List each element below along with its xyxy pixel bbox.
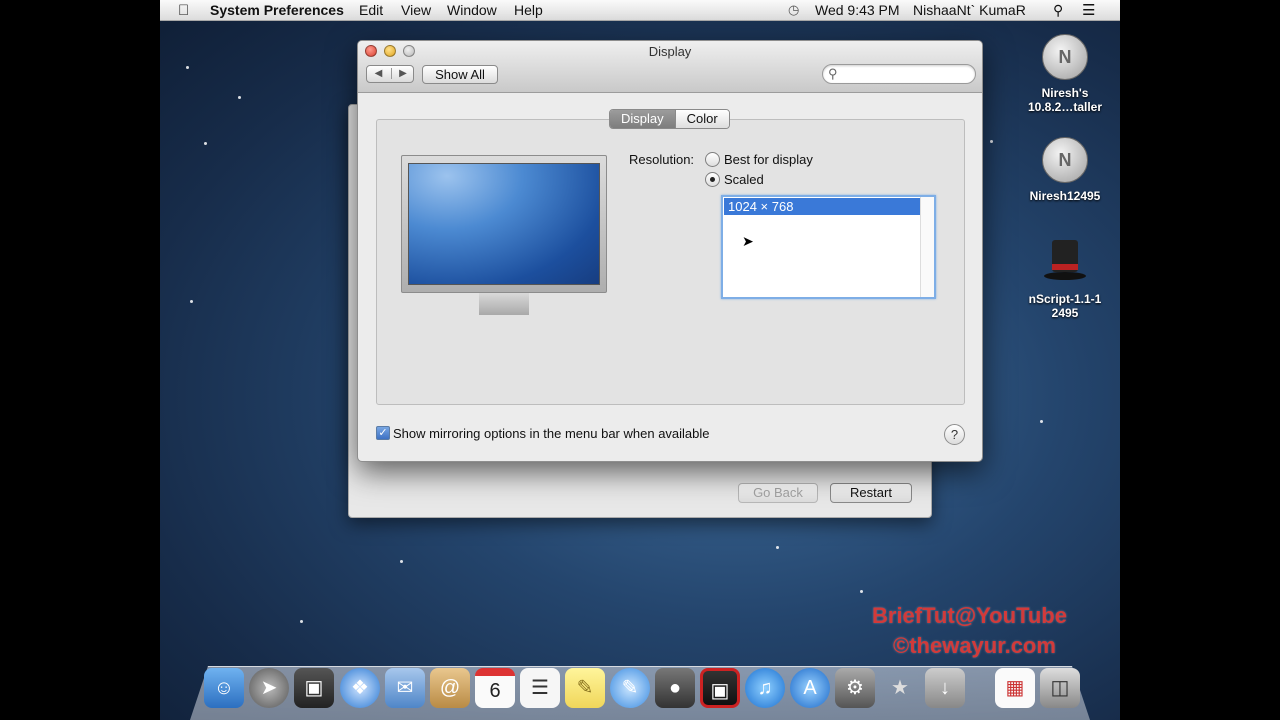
desktop-icon-installer-disk[interactable]: N Niresh's 10.8.2…taller — [1015, 34, 1115, 114]
itunes-icon[interactable]: ♫ — [745, 668, 785, 708]
watermark-line-1: BriefTut@YouTube — [872, 603, 1067, 628]
menu-help[interactable]: Help — [514, 2, 543, 18]
show-all-button[interactable]: Show All — [422, 65, 498, 84]
star — [1040, 420, 1043, 423]
radio-selected-dot — [710, 177, 715, 182]
disk-image-icon: N — [1042, 34, 1088, 80]
desktop-icon-niresh-disk[interactable]: N Niresh12495 — [1015, 137, 1115, 203]
scaled-radio[interactable] — [705, 172, 720, 187]
calendar-icon[interactable]: 6 — [475, 668, 515, 708]
back-forward-control: ◀ ▶ — [366, 65, 414, 83]
menu-window[interactable]: Window — [447, 2, 497, 18]
tab-color[interactable]: Color — [674, 110, 729, 128]
go-back-button[interactable]: Go Back — [738, 483, 818, 503]
watermark-line-2: ©thewayur.com — [893, 633, 1056, 658]
system-preferences-icon[interactable]: ⚙ — [835, 668, 875, 708]
desktop-icon-nscript[interactable]: nScript-1.1-1 2495 — [1015, 240, 1115, 320]
desktop:  System Preferences Edit View Window He… — [160, 0, 1120, 720]
time-machine-icon[interactable]: ◷ — [788, 2, 799, 18]
star — [238, 96, 241, 99]
list-scrollbar[interactable] — [920, 197, 934, 297]
mouse-cursor-icon: ➤ — [742, 233, 754, 249]
search-field[interactable]: ⚲ — [822, 64, 976, 84]
top-hat-icon — [1042, 240, 1088, 286]
help-button[interactable]: ? — [944, 424, 965, 445]
menu-user[interactable]: NishaaNt` KumaR — [913, 2, 1026, 18]
spotlight-search-icon[interactable]: ⚲ — [1053, 2, 1063, 19]
facetime-icon[interactable]: ● — [655, 668, 695, 708]
desktop-icon-label: 2495 — [1051, 306, 1079, 320]
document-icon[interactable]: ▦ — [995, 668, 1035, 708]
monitor-stand — [479, 293, 529, 315]
safari-icon[interactable]: ❖ — [340, 668, 380, 708]
apple-menu-icon[interactable]:  — [178, 2, 189, 19]
desktop-icon-label: Niresh12495 — [1029, 189, 1101, 203]
menu-bar:  System Preferences Edit View Window He… — [160, 0, 1120, 21]
monitor-screen — [408, 163, 600, 285]
photo-icon[interactable]: ▣ — [700, 668, 740, 708]
notification-center-icon[interactable]: ☰ — [1082, 1, 1095, 19]
star — [860, 590, 863, 593]
resolution-list[interactable]: 1024 × 768 ➤ — [721, 195, 936, 299]
app-menu[interactable]: System Preferences — [210, 2, 344, 18]
wizard-icon[interactable]: ★ — [880, 668, 920, 708]
star — [190, 300, 193, 303]
star — [300, 620, 303, 623]
tab-bar: Display Color — [609, 109, 730, 129]
title-bar: Display ◀ ▶ Show All ⚲ — [358, 41, 982, 93]
window-title: Display — [648, 44, 692, 59]
mail-icon[interactable]: ✉ — [385, 668, 425, 708]
photo-booth-icon[interactable]: ▣ — [294, 668, 334, 708]
best-for-display-label[interactable]: Best for display — [724, 152, 813, 167]
tab-display[interactable]: Display — [610, 110, 675, 128]
star — [186, 66, 189, 69]
notes-icon[interactable]: ✎ — [565, 668, 605, 708]
desktop-icon-label: Niresh's — [1041, 86, 1089, 100]
messages-icon[interactable]: ✎ — [610, 668, 650, 708]
forward-arrow-icon[interactable]: ▶ — [391, 68, 414, 79]
menu-view[interactable]: View — [401, 2, 431, 18]
mirroring-label[interactable]: Show mirroring options in the menu bar w… — [393, 426, 710, 441]
display-preferences-window: Display ◀ ▶ Show All ⚲ Display Color Res… — [357, 40, 983, 462]
back-arrow-icon[interactable]: ◀ — [367, 68, 390, 79]
star — [204, 142, 207, 145]
desktop-icon-label: 10.8.2…taller — [1027, 100, 1103, 114]
search-icon: ⚲ — [828, 66, 838, 81]
menu-clock[interactable]: Wed 9:43 PM — [815, 2, 900, 18]
launchpad-icon[interactable]: ➤ — [249, 668, 289, 708]
resolution-label: Resolution: — [629, 152, 695, 167]
best-for-display-radio[interactable] — [705, 152, 720, 167]
app-store-icon[interactable]: A — [790, 668, 830, 708]
menu-edit[interactable]: Edit — [359, 2, 383, 18]
star — [776, 546, 779, 549]
desktop-icon-label: nScript-1.1-1 — [1028, 292, 1102, 306]
mirroring-checkbox[interactable]: ✓ — [376, 426, 390, 440]
reminders-icon[interactable]: ☰ — [520, 668, 560, 708]
trash-icon[interactable]: ◫ — [1040, 668, 1080, 708]
resolution-row-selected[interactable]: 1024 × 768 — [724, 198, 920, 215]
star — [400, 560, 403, 563]
star — [990, 140, 993, 143]
finder-icon[interactable]: ☺ — [204, 668, 244, 708]
scaled-label[interactable]: Scaled — [724, 172, 764, 187]
contacts-icon[interactable]: @ — [430, 668, 470, 708]
restart-button[interactable]: Restart — [830, 483, 912, 503]
disk-image-icon: N — [1042, 137, 1088, 183]
downloads-icon[interactable]: ↓ — [925, 668, 965, 708]
display-monitor-image — [401, 155, 607, 293]
